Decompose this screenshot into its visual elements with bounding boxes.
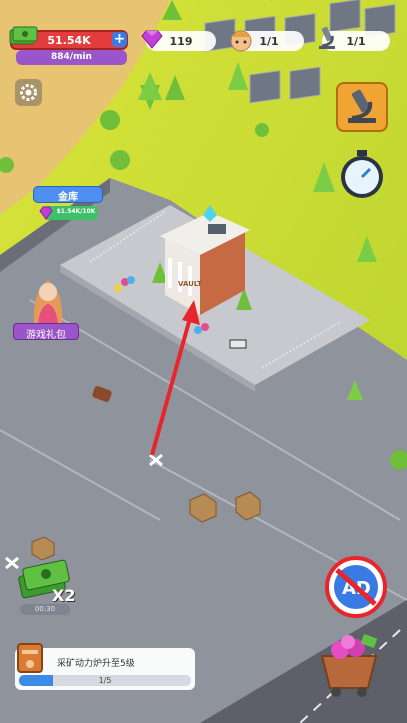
gift-pack-character[interactable] — [26, 272, 70, 324]
gem-icon — [39, 206, 53, 220]
gem-cart-icon — [320, 633, 378, 697]
worker-value: 1/1 — [259, 34, 279, 48]
double-label: X2 — [52, 586, 76, 605]
vault-sign: VAULT — [178, 280, 202, 288]
task-book-icon — [17, 643, 43, 673]
double-timer: 00:30 — [34, 605, 56, 613]
gem-icon — [141, 30, 163, 49]
microscope-icon — [319, 26, 335, 49]
gem-cart-button[interactable] — [314, 630, 384, 700]
double-timer-bar: 00:30 — [20, 604, 70, 615]
add-money-button[interactable]: + — [112, 32, 127, 47]
no-ads-button[interactable]: AD — [325, 556, 387, 618]
no-ads-icon: AD — [325, 556, 387, 618]
girl-avatar-icon — [33, 280, 63, 324]
gem-value: 119 — [169, 34, 193, 48]
gift-pack-button[interactable]: 游戏礼包 — [13, 323, 79, 341]
task-progress-text: 1/5 — [98, 676, 112, 685]
worker-avatar-icon — [230, 30, 252, 52]
task-text: 采矿动力炉升至5级 — [57, 659, 135, 669]
microscope-icon — [348, 89, 376, 123]
cash-stack-icon — [9, 26, 38, 45]
settings-button[interactable] — [15, 79, 42, 106]
task-progress-track: 1/5 — [19, 675, 191, 686]
researcher-value: 1/1 — [346, 34, 366, 48]
bank-capacity-value: $1.54K/10K — [56, 208, 96, 215]
income-rate: 884/min — [16, 50, 127, 65]
barrier — [229, 339, 247, 349]
bank-title-tag: 金库 — [33, 186, 103, 203]
double-income-button[interactable]: X2 00:30 — [14, 552, 84, 616]
gift-pack-label: 游戏礼包 — [26, 330, 66, 341]
speed-up-button[interactable] — [337, 148, 387, 200]
stopwatch-icon — [341, 150, 383, 198]
gear-icon — [20, 84, 37, 101]
bank-title: 金库 — [58, 192, 78, 203]
research-button[interactable] — [336, 82, 388, 132]
task-panel[interactable]: 采矿动力炉升至5级 1/5 — [15, 643, 195, 690]
